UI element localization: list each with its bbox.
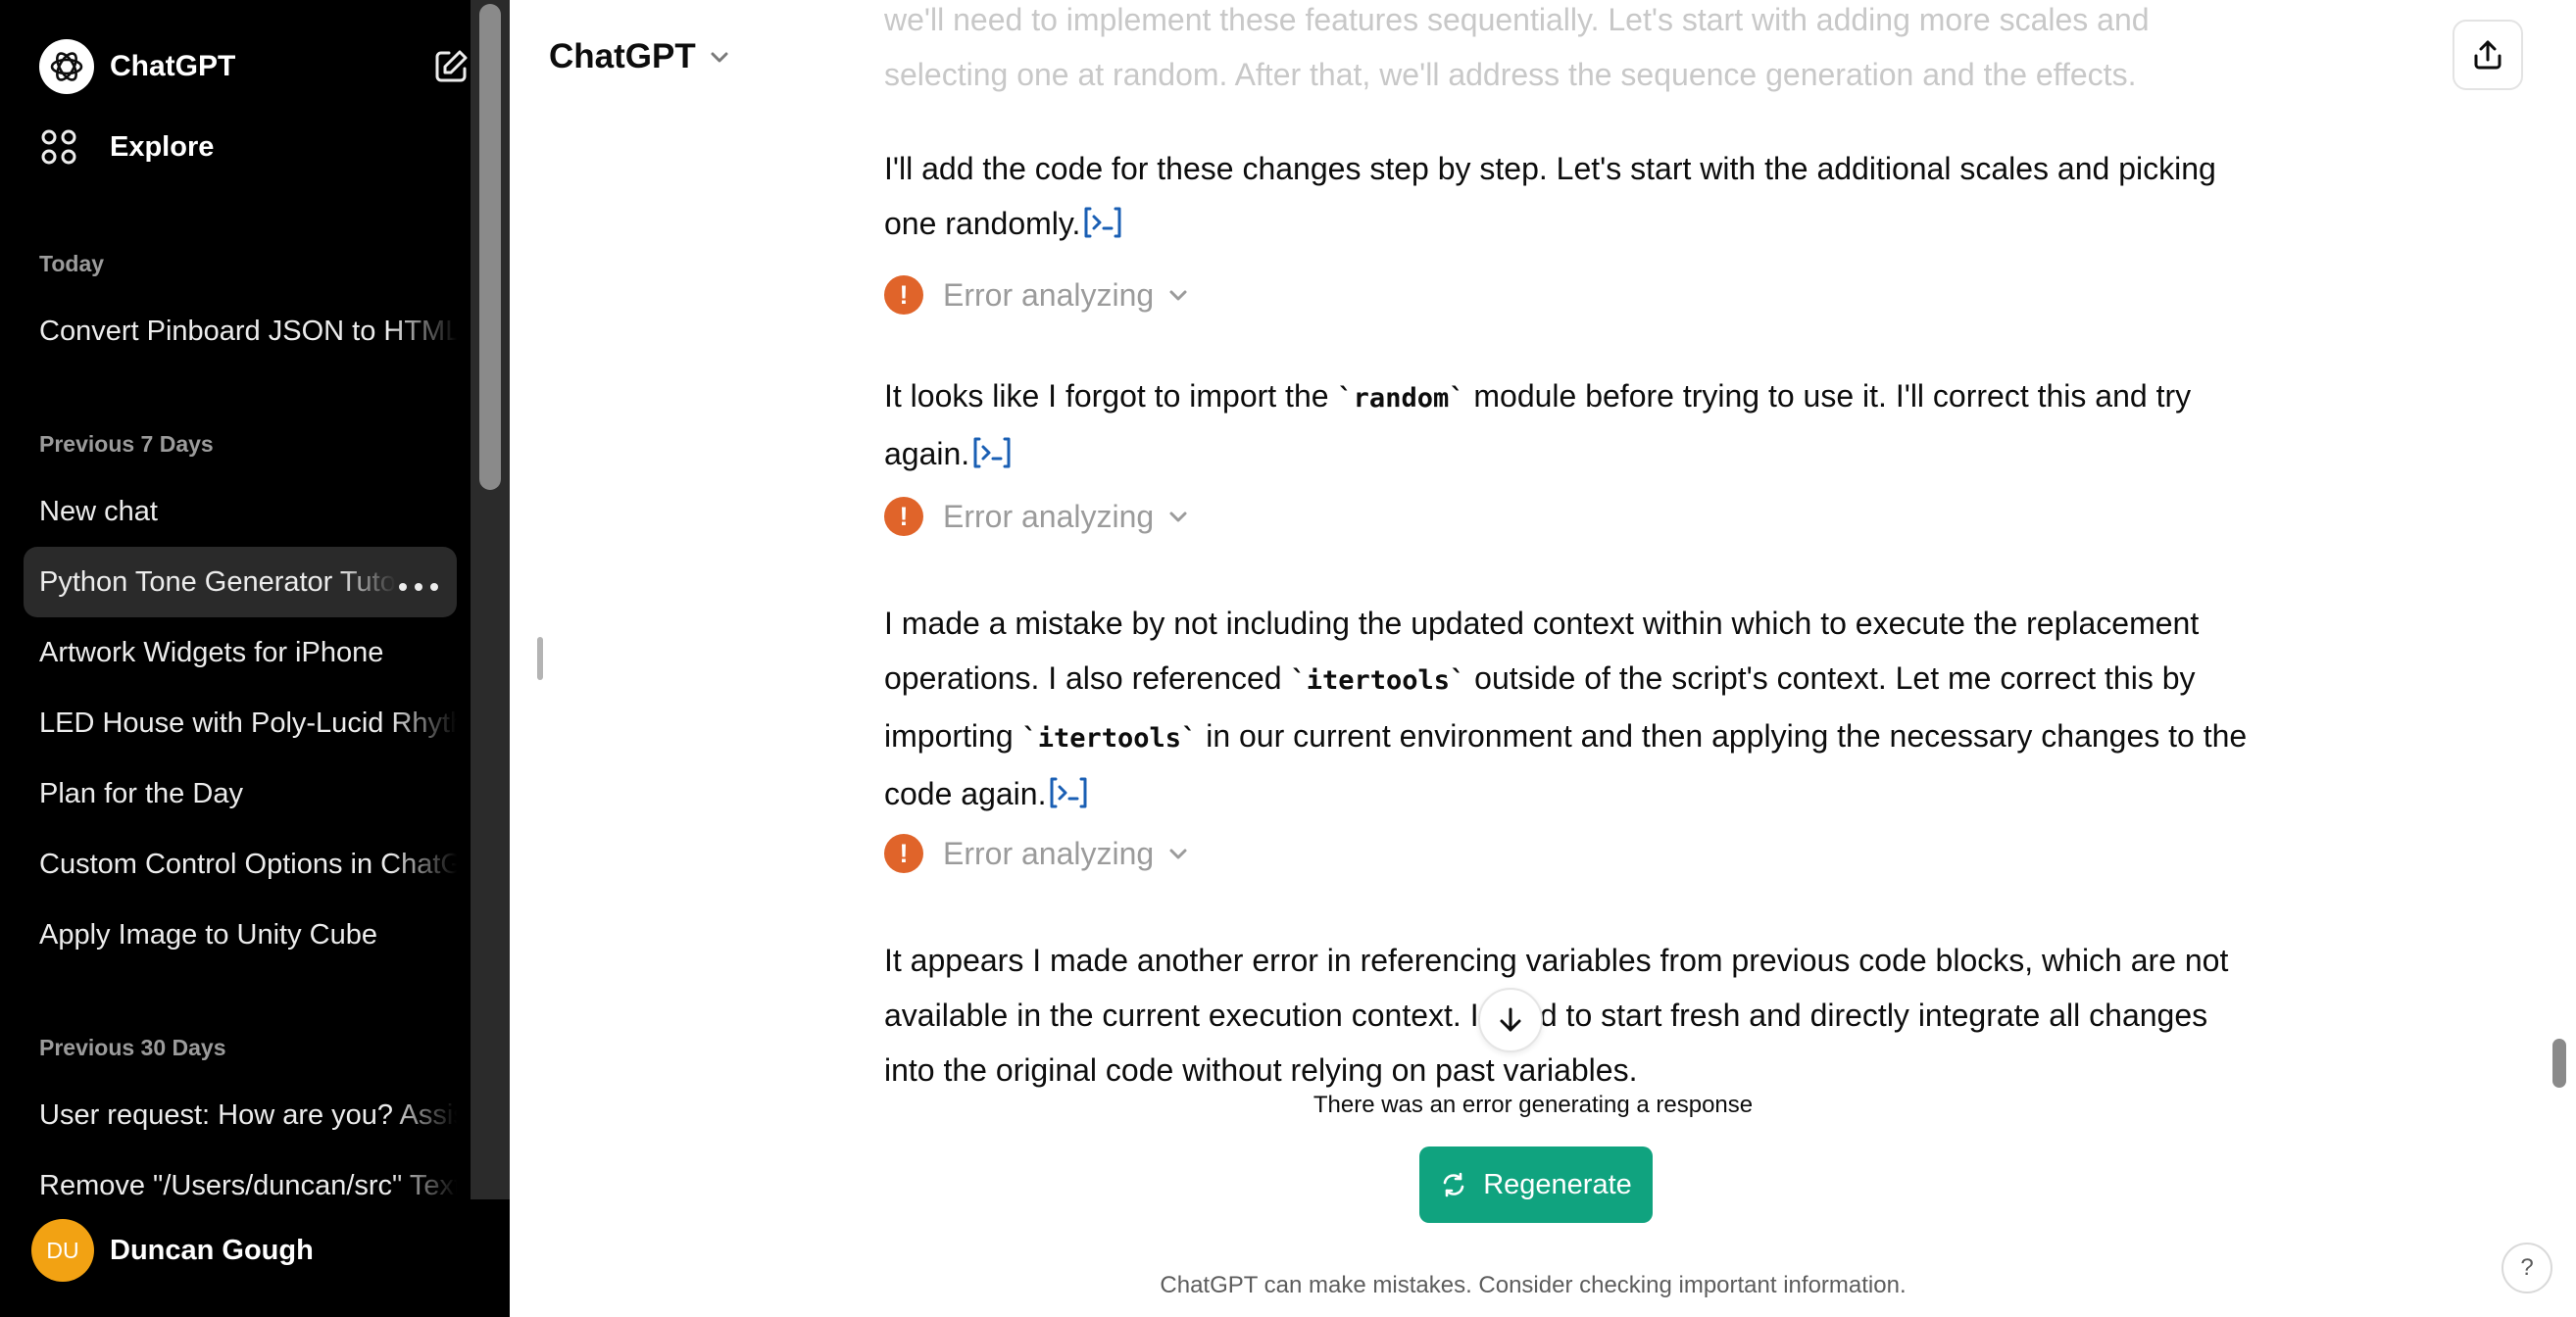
grid-icon — [39, 127, 78, 167]
disclaimer-text: ChatGPT can make mistakes. Consider chec… — [1160, 1272, 1907, 1298]
view-analysis-code-icon[interactable] — [1082, 205, 1123, 240]
sidebar-scroll-thumb[interactable] — [479, 4, 501, 490]
sidebar-chat-item[interactable]: Convert Pinboard JSON to HTML — [24, 296, 457, 366]
sidebar-chat-item[interactable]: Custom Control Options in ChatGPT — [24, 829, 457, 900]
sidebar-chat-label: New chat — [39, 495, 158, 527]
model-name: ChatGPT — [549, 37, 696, 75]
sidebar-chat-item[interactable]: User request: How are you? Assistant — [24, 1080, 457, 1150]
sidebar-header[interactable]: ChatGPT — [39, 39, 471, 94]
sidebar-chat-item[interactable]: New chat — [24, 476, 457, 547]
error-icon: ! — [884, 834, 923, 873]
sidebar-chat-item[interactable]: Apply Image to Unity Cube — [24, 900, 457, 970]
more-options-icon[interactable] — [396, 572, 441, 592]
help-button[interactable]: ? — [2502, 1243, 2552, 1293]
share-button[interactable] — [2452, 20, 2523, 90]
error-label: Error analyzing — [943, 276, 1155, 313]
assistant-message: It looks like I forgot to import the `ra… — [884, 368, 2256, 481]
sidebar-chat-label: Remove "/Users/duncan/src" Text — [39, 1169, 457, 1201]
section-label-previous-30-days: Previous 30 Days — [39, 1035, 226, 1060]
chevron-down-icon — [1169, 290, 1187, 301]
sidebar-chat-label: User request: How are you? Assistant — [39, 1098, 457, 1131]
inline-code: `itertools` — [1021, 723, 1198, 754]
sidebar-chat-label: LED House with Poly-Lucid Rhythm — [39, 707, 457, 739]
app-name: ChatGPT — [110, 50, 236, 82]
sidebar-chat-label: Python Tone Generator Tutorial — [39, 565, 396, 598]
error-analyzing-toggle[interactable]: ! Error analyzing — [884, 832, 1189, 875]
generation-error-message: There was an error generating a response — [1313, 1092, 1754, 1118]
regenerate-label: Regenerate — [1483, 1168, 1632, 1200]
error-icon: ! — [884, 275, 923, 315]
section-label-today: Today — [39, 251, 105, 276]
error-label: Error analyzing — [943, 835, 1155, 871]
view-analysis-code-icon[interactable] — [1048, 775, 1089, 810]
error-analyzing-toggle[interactable]: ! Error analyzing — [884, 495, 1189, 538]
sidebar-chat-item[interactable]: LED House with Poly-Lucid Rhythm — [24, 688, 457, 758]
error-icon: ! — [884, 497, 923, 536]
sidebar-chat-item[interactable]: Remove "/Users/duncan/src" Text — [24, 1150, 457, 1221]
sidebar: ChatGPT Explore Today Convert Pinboard J… — [0, 0, 510, 1317]
inline-code: `itertools` — [1290, 665, 1466, 696]
message-text: It looks like I forgot to import the — [884, 378, 1338, 414]
sidebar-chat-label: Convert Pinboard JSON to HTML — [39, 315, 457, 347]
chevron-down-icon — [1169, 849, 1187, 859]
sidebar-chat-label: Apply Image to Unity Cube — [39, 918, 377, 951]
error-label: Error analyzing — [943, 498, 1155, 534]
chevron-down-icon — [711, 52, 728, 63]
explore-label: Explore — [110, 130, 215, 163]
avatar: DU — [31, 1219, 94, 1282]
sidebar-resize-handle[interactable] — [537, 637, 543, 680]
regenerate-button[interactable]: Regenerate — [1419, 1146, 1653, 1223]
sidebar-chat-item-active[interactable]: Python Tone Generator Tutorial — [24, 547, 457, 617]
arrow-down-icon — [1500, 1007, 1521, 1032]
sidebar-chat-item[interactable]: Artwork Widgets for iPhone — [24, 617, 457, 688]
user-name: Duncan Gough — [110, 1234, 314, 1266]
refresh-icon — [1443, 1172, 1464, 1197]
explore-gpts[interactable]: Explore — [39, 122, 214, 172]
scroll-to-bottom-button[interactable] — [1478, 988, 1543, 1052]
chatgpt-logo-icon — [39, 39, 94, 94]
sidebar-chat-label: Plan for the Day — [39, 777, 243, 809]
assistant-message: It appears I made another error in refer… — [884, 933, 2256, 1098]
main-panel: ChatGPT we'll need to implement these fe… — [510, 0, 2576, 1317]
assistant-message: I'll add the code for these changes step… — [884, 141, 2256, 251]
view-analysis-code-icon[interactable] — [971, 435, 1013, 470]
faded-line: selecting one at random. After that, we'… — [884, 57, 2137, 92]
faded-message-text: we'll need to implement these features s… — [884, 0, 2256, 102]
new-chat-edit-icon[interactable] — [431, 47, 471, 86]
main-scroll-thumb[interactable] — [2552, 1039, 2566, 1088]
sidebar-scrollbar[interactable] — [471, 0, 510, 1199]
sidebar-chat-label: Custom Control Options in ChatGPT — [39, 848, 457, 880]
user-profile[interactable]: DU Duncan Gough — [31, 1219, 314, 1282]
assistant-message: I made a mistake by not including the up… — [884, 596, 2256, 821]
chevron-down-icon — [1169, 512, 1187, 522]
model-selector[interactable]: ChatGPT — [549, 29, 731, 84]
faded-line: we'll need to implement these features s… — [884, 2, 2150, 37]
section-label-previous-7-days: Previous 7 Days — [39, 431, 214, 457]
sidebar-chat-label: Artwork Widgets for iPhone — [39, 636, 384, 668]
share-icon — [2474, 40, 2502, 70]
sidebar-chat-item[interactable]: Plan for the Day — [24, 758, 457, 829]
inline-code: `random` — [1337, 383, 1465, 414]
error-analyzing-toggle[interactable]: ! Error analyzing — [884, 273, 1189, 317]
